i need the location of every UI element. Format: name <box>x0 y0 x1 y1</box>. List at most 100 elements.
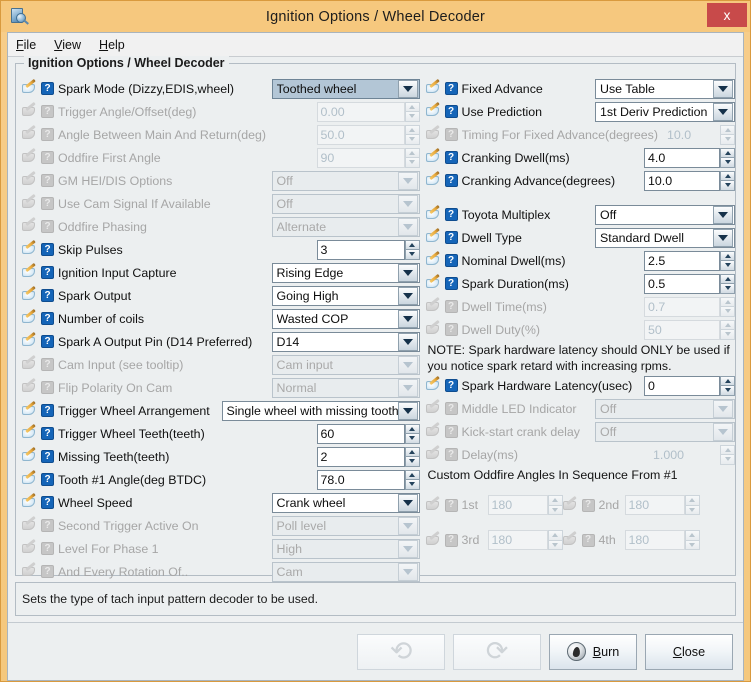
edit-pencil-icon[interactable] <box>425 227 442 245</box>
help-question-icon[interactable]: ? <box>39 265 55 280</box>
spinner-down-button[interactable] <box>720 260 735 271</box>
edit-pencil-icon[interactable] <box>22 515 38 533</box>
spinner-value[interactable]: 0 <box>644 375 720 396</box>
undo-button[interactable]: ⟲ <box>357 633 445 670</box>
edit-pencil-icon[interactable] <box>22 561 38 579</box>
spinner-down-button[interactable] <box>404 249 420 260</box>
chevron-down-icon[interactable] <box>397 286 418 305</box>
spinner-buttons[interactable] <box>720 147 735 168</box>
spinner-missing-teeth-teeth[interactable]: 2 <box>316 446 420 467</box>
help-question-icon[interactable]: ? <box>443 533 459 548</box>
edit-pencil-icon[interactable] <box>22 285 38 303</box>
help-question-icon[interactable]: ? <box>39 288 55 303</box>
spinner-up-button[interactable] <box>404 469 420 479</box>
edit-pencil-icon[interactable] <box>22 101 38 119</box>
help-question-icon[interactable]: ? <box>39 403 55 418</box>
spinner-buttons[interactable] <box>720 375 735 396</box>
spinner-down-button[interactable] <box>720 385 735 396</box>
edit-pencil-icon[interactable] <box>22 170 38 188</box>
spinner-buttons[interactable] <box>720 170 735 191</box>
edit-pencil-icon[interactable] <box>22 308 38 326</box>
close-button[interactable]: Close <box>645 633 733 670</box>
spinner-skip-pulses[interactable]: 3 <box>316 239 420 260</box>
help-question-icon[interactable]: ? <box>39 334 55 349</box>
help-question-icon[interactable]: ? <box>39 173 55 188</box>
spinner-buttons[interactable] <box>404 239 420 260</box>
spinner-buttons[interactable] <box>404 469 420 490</box>
chevron-down-icon[interactable] <box>713 228 733 247</box>
edit-pencil-icon[interactable] <box>22 193 38 211</box>
help-question-icon[interactable]: ? <box>39 518 55 533</box>
chevron-down-icon[interactable] <box>397 79 418 98</box>
combo-fixed-advance[interactable]: Use Table <box>595 78 735 99</box>
edit-pencil-icon[interactable] <box>425 78 442 96</box>
edit-pencil-icon[interactable] <box>22 78 38 96</box>
help-question-icon[interactable]: ? <box>39 242 55 257</box>
spinner-trigger-wheel-teeth-teeth[interactable]: 60 <box>316 423 420 444</box>
help-question-icon[interactable]: ? <box>39 219 55 234</box>
menu-view[interactable]: View <box>54 38 81 52</box>
chevron-down-icon[interactable] <box>713 102 733 121</box>
spinner-down-button[interactable] <box>720 180 735 191</box>
spinner-cranking-advance-degrees[interactable]: 10.0 <box>644 170 735 191</box>
spinner-buttons[interactable] <box>720 250 735 271</box>
edit-pencil-icon[interactable] <box>22 147 38 165</box>
chevron-down-icon[interactable] <box>397 493 418 512</box>
spinner-value[interactable]: 2 <box>316 446 405 467</box>
help-question-icon[interactable]: ? <box>39 311 55 326</box>
help-question-icon[interactable]: ? <box>443 127 459 142</box>
help-question-icon[interactable]: ? <box>443 378 459 393</box>
spinner-down-button[interactable] <box>404 479 420 490</box>
spinner-spark-hardware-latency-usec[interactable]: 0 <box>644 375 735 396</box>
chevron-down-icon[interactable] <box>397 309 418 328</box>
help-question-icon[interactable]: ? <box>443 424 459 439</box>
help-question-icon[interactable]: ? <box>580 498 596 513</box>
chevron-down-icon[interactable] <box>713 79 733 98</box>
combo-wheel-speed[interactable]: Crank wheel <box>271 492 420 513</box>
edit-pencil-icon[interactable] <box>22 446 38 464</box>
edit-pencil-icon[interactable] <box>425 530 442 548</box>
close-window-button[interactable]: x <box>707 3 747 27</box>
combo-spark-mode-dizzy-edis-wheel[interactable]: Toothed wheel <box>271 78 420 99</box>
spinner-spark-duration-ms[interactable]: 0.5 <box>644 273 735 294</box>
combo-dwell-type[interactable]: Standard Dwell <box>595 227 735 248</box>
spinner-up-button[interactable] <box>720 273 735 283</box>
spinner-value[interactable]: 0.5 <box>644 273 720 294</box>
chevron-down-icon[interactable] <box>397 332 418 351</box>
spinner-up-button[interactable] <box>720 375 735 385</box>
spinner-up-button[interactable] <box>720 147 735 157</box>
help-question-icon[interactable]: ? <box>580 533 596 548</box>
help-question-icon[interactable]: ? <box>39 196 55 211</box>
spinner-down-button[interactable] <box>720 157 735 168</box>
edit-pencil-icon[interactable] <box>425 101 442 119</box>
menu-file[interactable]: File <box>16 38 36 52</box>
edit-pencil-icon[interactable] <box>425 398 442 416</box>
help-question-icon[interactable]: ? <box>39 104 55 119</box>
help-question-icon[interactable]: ? <box>39 150 55 165</box>
help-question-icon[interactable]: ? <box>443 207 459 222</box>
combo-spark-output[interactable]: Going High <box>271 285 420 306</box>
edit-pencil-icon[interactable] <box>22 239 38 257</box>
edit-pencil-icon[interactable] <box>425 273 442 291</box>
edit-pencil-icon[interactable] <box>22 262 38 280</box>
spinner-buttons[interactable] <box>720 273 735 294</box>
burn-button[interactable]: Burn <box>549 633 637 670</box>
chevron-down-icon[interactable] <box>397 401 418 420</box>
spinner-nominal-dwell-ms[interactable]: 2.5 <box>644 250 735 271</box>
edit-pencil-icon[interactable] <box>425 444 442 462</box>
help-question-icon[interactable]: ? <box>443 173 459 188</box>
edit-pencil-icon[interactable] <box>22 423 38 441</box>
edit-pencil-icon[interactable] <box>425 319 442 337</box>
help-question-icon[interactable]: ? <box>39 426 55 441</box>
spinner-buttons[interactable] <box>404 446 420 467</box>
edit-pencil-icon[interactable] <box>425 204 442 222</box>
edit-pencil-icon[interactable] <box>22 469 38 487</box>
edit-pencil-icon[interactable] <box>22 124 38 142</box>
help-question-icon[interactable]: ? <box>443 150 459 165</box>
spinner-down-button[interactable] <box>720 283 735 294</box>
help-question-icon[interactable]: ? <box>443 253 459 268</box>
edit-pencil-icon[interactable] <box>425 124 442 142</box>
edit-pencil-icon[interactable] <box>22 216 38 234</box>
help-question-icon[interactable]: ? <box>39 495 55 510</box>
spinner-value[interactable]: 78.0 <box>316 469 405 490</box>
